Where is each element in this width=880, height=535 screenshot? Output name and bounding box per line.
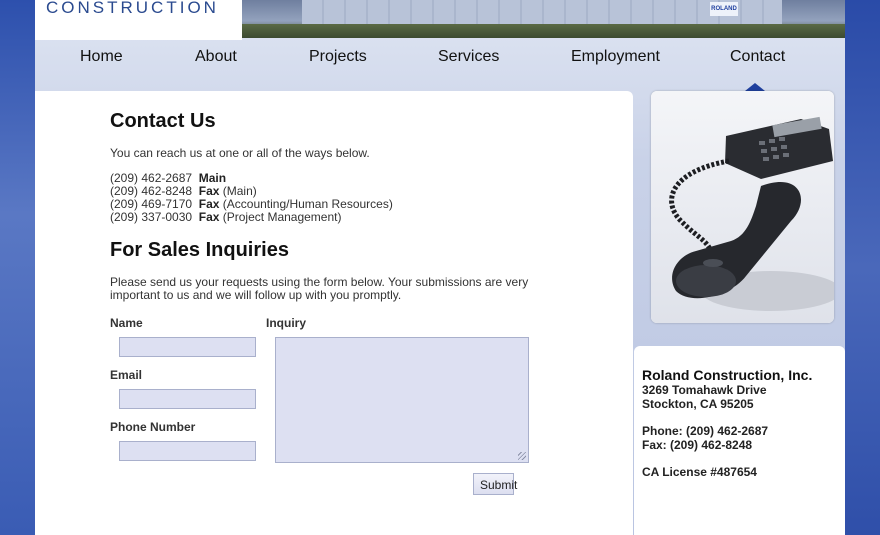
address-phone: Phone: (209) 462-2687 (642, 424, 769, 438)
company-name: Roland Construction, Inc. (642, 367, 813, 383)
sales-heading: For Sales Inquiries (110, 239, 289, 261)
inquiry-label: Inquiry (266, 316, 307, 330)
nav-contact[interactable]: Contact (730, 48, 785, 66)
phone-type: Fax (198, 210, 220, 224)
resize-handle-icon[interactable] (518, 452, 526, 460)
city-address: Stockton, CA 95205 (642, 397, 754, 411)
phone-input[interactable] (119, 441, 256, 461)
sales-description: Please send us your requests using the f… (110, 275, 529, 302)
phone-note: (Project Management) (222, 210, 342, 224)
site-header: CONSTRUCTION ROLAND (35, 0, 845, 40)
main-nav: Home About Projects Services Employment … (35, 40, 845, 91)
phone-number: (209) 462-8248 (110, 184, 193, 198)
main-content: Contact Us You can reach us at one or al… (35, 91, 633, 535)
name-input[interactable] (119, 337, 256, 357)
nav-home[interactable]: Home (80, 48, 123, 66)
phone-label: Phone Number (110, 420, 196, 434)
email-input[interactable] (119, 389, 256, 409)
contact-heading: Contact Us (110, 110, 216, 132)
submit-button[interactable]: Submit (473, 473, 517, 495)
phone-type: Fax (198, 184, 220, 198)
inquiry-textarea[interactable] (275, 337, 529, 463)
nav-projects[interactable]: Projects (309, 48, 367, 66)
address-fax: Fax: (209) 462-8248 (642, 438, 753, 452)
phone-number: (209) 337-0030 (110, 210, 193, 224)
phone-row: (209) 337-0030 Fax (Project Management) (110, 211, 393, 224)
address-panel: Roland Construction, Inc. 3269 Tomahawk … (634, 346, 845, 535)
street-address: 3269 Tomahawk Drive (642, 383, 767, 397)
telephone-photo (651, 91, 834, 323)
phone-type: Main (198, 171, 227, 185)
email-label: Email (110, 368, 143, 382)
nav-about[interactable]: About (195, 48, 237, 66)
nav-services[interactable]: Services (438, 48, 499, 66)
phone-note: (Accounting/Human Resources) (222, 197, 393, 211)
logo-text: CONSTRUCTION (46, 0, 219, 17)
license-number: CA License #487654 (642, 465, 757, 479)
page-border-right (845, 0, 880, 535)
address-block: Roland Construction, Inc. 3269 Tomahawk … (642, 368, 812, 479)
header-photo-sign: ROLAND (710, 2, 738, 16)
telephone-icon (669, 116, 834, 311)
contact-intro: You can reach us at one or all of the wa… (110, 146, 370, 160)
phone-type: Fax (198, 197, 220, 211)
phone-number: (209) 462-2687 (110, 171, 193, 185)
header-photo: ROLAND (242, 0, 845, 38)
header-photo-shrubs (242, 24, 845, 38)
phone-image (651, 91, 834, 323)
logo[interactable]: CONSTRUCTION (35, 0, 242, 40)
nav-active-indicator (745, 83, 765, 91)
nav-employment[interactable]: Employment (571, 48, 660, 66)
name-label: Name (110, 316, 143, 330)
phone-number: (209) 469-7170 (110, 197, 193, 211)
phone-note: (Main) (222, 184, 257, 198)
phone-list: (209) 462-2687 Main (209) 462-8248 Fax (… (110, 172, 393, 224)
page-border-left (0, 0, 35, 535)
